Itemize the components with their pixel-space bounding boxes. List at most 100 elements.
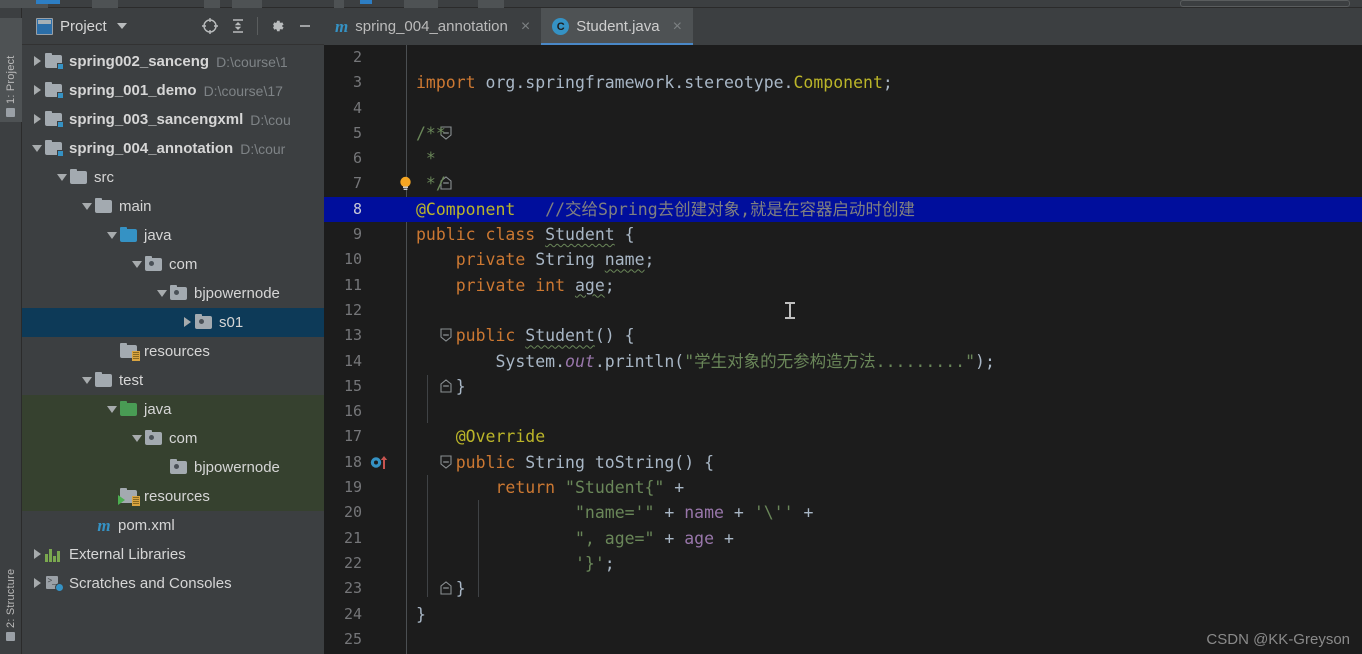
tree-item-com[interactable]: com [22, 424, 324, 453]
code-gutter[interactable] [364, 197, 412, 222]
code-line[interactable]: 22 '}'; [324, 551, 1362, 576]
code-line[interactable]: 5 /** [324, 121, 1362, 146]
code-gutter[interactable] [364, 70, 412, 95]
code-line[interactable]: 7 */ [324, 171, 1362, 196]
tree-toggle-open-icon[interactable] [80, 199, 95, 214]
tree-toggle-open-icon[interactable] [105, 228, 120, 243]
code-line[interactable]: 2 [324, 45, 1362, 70]
tree-toggle-closed-icon[interactable] [30, 54, 45, 69]
code-gutter[interactable] [364, 475, 412, 500]
tree-item-com[interactable]: com [22, 250, 324, 279]
code-line[interactable]: 3 import org.springframework.stereotype.C… [324, 70, 1362, 95]
code-line[interactable]: 17 @Override [324, 424, 1362, 449]
code-line[interactable]: 24} [324, 602, 1362, 627]
tree-toggle-open-icon[interactable] [105, 402, 120, 417]
tree-item-java[interactable]: java [22, 221, 324, 250]
code-gutter[interactable] [364, 450, 452, 475]
tool-button-structure[interactable]: 2: Structure [0, 528, 22, 646]
code-line[interactable]: 13 public Student() { [324, 323, 1362, 348]
tree-item-src[interactable]: src [22, 163, 324, 192]
code-gutter[interactable] [364, 424, 412, 449]
tree-item-s01[interactable]: s01 [22, 308, 324, 337]
code-gutter[interactable] [364, 576, 452, 601]
tree-item-bjpowernode[interactable]: bjpowernode [22, 279, 324, 308]
code-gutter[interactable] [364, 96, 412, 121]
code-gutter[interactable] [364, 222, 412, 247]
code-gutter[interactable] [364, 45, 412, 70]
gear-icon[interactable] [264, 13, 290, 39]
tree-item-spring-004-annotation[interactable]: spring_004_annotation D:\cour [22, 134, 324, 163]
code-line[interactable]: 14 System.out.println("学生对象的无参构造方法......… [324, 349, 1362, 374]
locate-icon[interactable] [197, 13, 223, 39]
close-icon[interactable]: × [521, 18, 530, 36]
code-gutter[interactable] [364, 500, 412, 525]
indent-guide [478, 500, 479, 597]
project-tree[interactable]: spring002_sanceng D:\course\1 spring_001_d… [22, 45, 324, 654]
code-gutter[interactable] [364, 323, 452, 348]
tree-item-spring-003-sancengxml[interactable]: spring_003_sancengxml D:\cou [22, 105, 324, 134]
tree-item-scratches-and-consoles[interactable]: >_ Scratches and Consoles [22, 569, 324, 598]
intention-bulb-icon[interactable] [397, 175, 414, 192]
code-line[interactable]: 12 [324, 298, 1362, 323]
code-line[interactable]: 23 } [324, 576, 1362, 601]
code-gutter[interactable] [364, 171, 452, 196]
tree-toggle-closed-icon[interactable] [30, 83, 45, 98]
code-line-text: } [416, 579, 466, 599]
chevron-down-icon[interactable] [116, 23, 127, 29]
code-line[interactable]: 19 return "Student{" + [324, 475, 1362, 500]
code-line[interactable]: 20 "name='" + name + '\'' + [324, 500, 1362, 525]
code-line[interactable]: 16 [324, 399, 1362, 424]
tree-toggle-closed-icon[interactable] [30, 112, 45, 127]
tree-item-main[interactable]: main [22, 192, 324, 221]
tree-toggle-open-icon[interactable] [130, 431, 145, 446]
code-gutter[interactable] [364, 298, 412, 323]
minimize-icon[interactable] [292, 13, 318, 39]
code-gutter[interactable] [364, 273, 412, 298]
override-method-icon[interactable] [370, 455, 391, 470]
tool-button-project[interactable]: 1: Project [0, 18, 22, 122]
tree-item-spring002-sanceng[interactable]: spring002_sanceng D:\course\1 [22, 47, 324, 76]
code-gutter[interactable] [364, 121, 452, 146]
tree-toggle-open-icon[interactable] [80, 373, 95, 388]
tree-item-resources[interactable]: resources [22, 482, 324, 511]
code-line[interactable]: 15 } [324, 374, 1362, 399]
tree-toggle-open-icon[interactable] [155, 286, 170, 301]
tree-item-bjpowernode[interactable]: bjpowernode [22, 453, 324, 482]
code-gutter[interactable] [364, 146, 412, 171]
tree-toggle-closed-icon[interactable] [180, 315, 195, 330]
code-line[interactable]: 18 public String toString() { [324, 450, 1362, 475]
code-gutter[interactable] [364, 526, 412, 551]
tree-item-external-libraries[interactable]: External Libraries [22, 540, 324, 569]
tree-toggle-closed-icon[interactable] [30, 576, 45, 591]
code-gutter[interactable] [364, 374, 452, 399]
code-line[interactable]: 21 ", age=" + age + [324, 526, 1362, 551]
editor-tab-student-java[interactable]: C Student.java × [541, 8, 693, 45]
code-gutter[interactable] [364, 627, 412, 652]
code-gutter[interactable] [364, 349, 412, 374]
tree-toggle-closed-icon[interactable] [30, 547, 45, 562]
code-line[interactable]: 4 [324, 96, 1362, 121]
close-icon[interactable]: × [673, 18, 682, 36]
tree-item-spring-001-demo[interactable]: spring_001_demo D:\course\17 [22, 76, 324, 105]
code-gutter[interactable] [364, 399, 412, 424]
code-gutter[interactable] [364, 247, 412, 272]
code-editor[interactable]: 2 3 import org.springframework.stereotype.… [324, 45, 1362, 654]
tree-item-test[interactable]: test [22, 366, 324, 395]
tree-item-pom-xml[interactable]: m pom.xml [22, 511, 324, 540]
tree-item-resources[interactable]: resources [22, 337, 324, 366]
tree-toggle-open-icon[interactable] [130, 257, 145, 272]
tree-item-java[interactable]: java [22, 395, 324, 424]
code-line[interactable]: 9 public class Student { [324, 222, 1362, 247]
code-gutter[interactable] [364, 551, 412, 576]
code-line[interactable]: 6 * [324, 146, 1362, 171]
collapse-all-icon[interactable] [225, 13, 251, 39]
editor-tab-bar[interactable]: m spring_004_annotation × C Student.java × [324, 8, 1362, 45]
editor-tab-spring-004-annotation[interactable]: m spring_004_annotation × [324, 8, 541, 45]
code-line[interactable]: 10 private String name; [324, 247, 1362, 272]
line-number: 12 [343, 300, 362, 319]
tree-toggle-open-icon[interactable] [55, 170, 70, 185]
code-line[interactable]: 11 private int age; [324, 273, 1362, 298]
code-gutter[interactable] [364, 602, 412, 627]
code-line-highlighted[interactable]: 8 @Component //交给Spring去创建对象,就是在容器启动时创建 [324, 196, 1362, 223]
tree-toggle-open-icon[interactable] [30, 141, 45, 156]
